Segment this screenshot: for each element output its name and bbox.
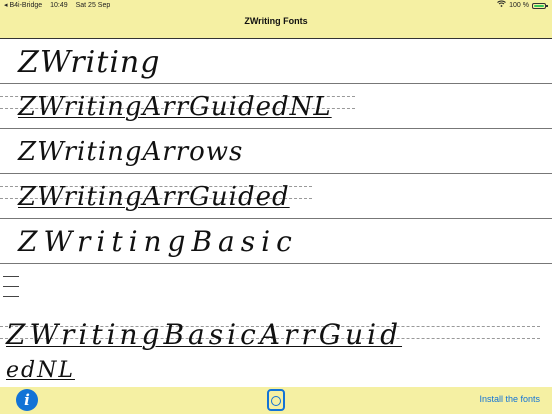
battery-icon <box>532 3 548 9</box>
font-sample: ZWritingBasic <box>18 225 298 258</box>
font-sample: ZWritingArrGuidedNL <box>18 92 332 122</box>
dash-mark <box>3 276 19 277</box>
font-sample: ZWriting <box>18 45 161 80</box>
font-row-zwriting-basic: ZWritingBasic <box>0 219 552 264</box>
font-sample: ZWritingArrows <box>18 137 244 167</box>
status-date: Sat 25 Sep <box>75 2 111 9</box>
bottom-toolbar: i Install the fonts <box>0 386 552 414</box>
font-preview-list[interactable]: ZWriting ZWritingArrGuidedNL ZWritingArr… <box>0 38 552 387</box>
circle-icon <box>271 396 281 406</box>
font-row-zwriting-arr-guided-nl: ZWritingArrGuidedNL <box>0 84 552 129</box>
back-to-app-link[interactable]: ◂ B4i-Bridge <box>4 2 42 9</box>
font-row-zwriting: ZWriting <box>0 39 552 84</box>
font-row-empty <box>0 264 552 308</box>
wifi-icon <box>497 0 506 12</box>
font-row-zwriting-arr-guided: ZWritingArrGuided <box>0 174 552 219</box>
dash-mark <box>3 286 19 287</box>
battery-percent: 100 % <box>509 2 529 9</box>
status-bar: ◂ B4i-Bridge 10:49 Sat 25 Sep 100 % <box>0 0 552 12</box>
font-view-button[interactable] <box>267 389 285 411</box>
font-row-zwriting-basic-arr-guided-nl: ZWritingBasicArrGuid edNL <box>0 314 552 386</box>
status-time: 10:49 <box>50 2 68 9</box>
install-fonts-button[interactable]: Install the fonts <box>479 394 540 404</box>
page-title: ZWriting Fonts <box>244 16 308 26</box>
font-row-zwriting-arrows: ZWritingArrows <box>0 129 552 174</box>
font-sample-continued: edNL <box>6 358 75 383</box>
info-button[interactable]: i <box>16 389 38 411</box>
dash-mark <box>3 296 19 297</box>
font-sample: ZWritingBasicArrGuid <box>6 318 403 351</box>
font-sample: ZWritingArrGuided <box>18 182 290 212</box>
